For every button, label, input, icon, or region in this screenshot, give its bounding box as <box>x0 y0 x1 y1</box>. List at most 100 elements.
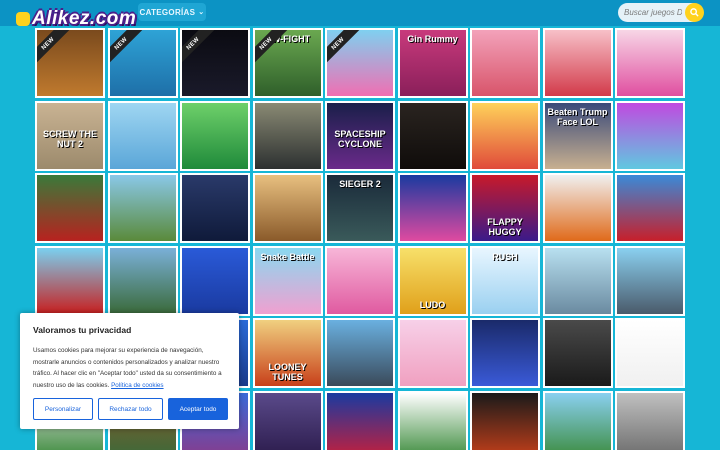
search-button[interactable] <box>685 3 704 22</box>
game-tile-zombie-clown[interactable] <box>107 245 178 316</box>
game-tile-doll-dressup[interactable] <box>397 318 468 388</box>
game-tile-robot-mech[interactable] <box>615 173 685 243</box>
game-title-text: RUSH <box>492 251 518 262</box>
game-thumbnail <box>399 392 466 450</box>
game-tile-soldier-mask[interactable] <box>542 318 613 388</box>
game-thumbnail <box>37 247 103 314</box>
game-thumbnail <box>544 175 611 241</box>
accept-all-button[interactable]: Aceptar todo <box>168 398 228 420</box>
cookie-buttons: Personalizar Rechazar todo Aceptar todo <box>33 398 228 420</box>
search-box <box>618 3 704 22</box>
game-tile-dark-forest[interactable] <box>252 100 323 171</box>
game-thumbnail <box>617 392 683 450</box>
game-thumbnail <box>617 175 683 241</box>
game-tile-huggy-duo[interactable] <box>325 390 395 450</box>
game-thumbnail <box>327 320 393 386</box>
search-icon <box>690 8 699 17</box>
game-thumbnail <box>399 102 466 169</box>
game-tile-princess-queen[interactable] <box>542 28 613 98</box>
game-tile-car-racing[interactable] <box>615 245 685 316</box>
cookie-consent-dialog: Valoramos tu privacidad Usamos cookies p… <box>20 313 239 429</box>
game-tile-furniture[interactable] <box>470 28 540 98</box>
game-tile-dungeon-doors[interactable]: NEW <box>35 28 105 98</box>
game-tile-car-parking[interactable] <box>615 390 685 450</box>
game-tile-gun-shooter[interactable] <box>615 318 685 388</box>
game-tile-looney-tunes[interactable]: LOONEY TUNES <box>252 318 323 388</box>
game-tile-cargo-truck[interactable] <box>325 318 395 388</box>
game-thumbnail <box>109 247 176 314</box>
game-tile-neon-stick[interactable]: NEW <box>180 28 250 98</box>
game-thumbnail <box>472 30 538 96</box>
game-tile-sieger-2[interactable]: SIEGER 2 <box>325 173 395 243</box>
game-tile-nail-salon[interactable] <box>107 100 178 171</box>
game-tile-escape-door[interactable] <box>180 173 250 243</box>
customize-button[interactable]: Personalizar <box>33 398 93 420</box>
game-thumbnail <box>109 175 176 241</box>
game-tile-road-runner[interactable] <box>107 173 178 243</box>
game-tile-space-rocket[interactable] <box>470 318 540 388</box>
game-thumbnail <box>544 247 611 314</box>
game-thumbnail <box>327 392 393 450</box>
game-tile-number-blocks[interactable] <box>615 100 685 171</box>
game-thumbnail <box>617 30 683 96</box>
search-input[interactable] <box>624 8 682 17</box>
game-tile-ludo[interactable]: LUDO <box>397 245 468 316</box>
game-tile-dragon-fighter[interactable] <box>542 173 613 243</box>
game-thumbnail <box>617 247 683 314</box>
game-thumbnail <box>617 102 683 169</box>
game-tile-flappy-huggy[interactable]: FLAPPY HUGGY <box>470 173 540 243</box>
top-nav-bar: Alikez.com CATEGORÍAS ⌄ <box>0 0 720 29</box>
game-thumbnail <box>617 320 683 386</box>
game-tile-bow-fight[interactable]: OW-FIGHT NEW <box>252 28 323 98</box>
game-title-text: Snake Battle <box>260 251 315 262</box>
game-tile-snake-battle[interactable]: Snake Battle <box>252 245 323 316</box>
game-thumbnail <box>472 320 538 386</box>
game-tile-horror-room[interactable] <box>397 100 468 171</box>
game-tile-gin-rummy[interactable]: Gin Rummy <box>397 28 468 98</box>
game-tile-beaten-trump[interactable]: Beaten Trump Face LOL <box>542 100 613 171</box>
game-tile-gingerbread[interactable] <box>35 173 105 243</box>
game-thumbnail <box>254 392 321 450</box>
game-tile-truck-driver[interactable] <box>35 245 105 316</box>
game-thumbnail <box>399 320 466 386</box>
game-tile-block-world[interactable] <box>542 390 613 450</box>
game-thumbnail <box>472 392 538 450</box>
game-thumbnail <box>182 247 248 314</box>
game-tile-hidden-town[interactable] <box>252 173 323 243</box>
game-tile-pink-monster[interactable] <box>325 245 395 316</box>
game-tile-screw-the-nut[interactable]: SCREW THE NUT 2 <box>35 100 105 171</box>
game-title-text: LUDO <box>419 299 446 310</box>
game-title-text: SCREW THE NUT 2 <box>43 128 97 149</box>
chevron-down-icon: ⌄ <box>198 9 205 16</box>
game-tile-gem-blocks[interactable] <box>397 173 468 243</box>
categories-label: CATEGORÍAS <box>139 7 196 17</box>
game-tile-ninja[interactable]: NEW <box>107 28 178 98</box>
game-tile-connect-four[interactable] <box>180 245 250 316</box>
cookie-policy-link[interactable]: Política de cookies <box>111 382 164 389</box>
logo-mascot-icon <box>16 12 30 26</box>
game-tile-runner-3d[interactable] <box>470 100 540 171</box>
game-thumbnail <box>182 175 248 241</box>
game-thumbnail <box>37 175 103 241</box>
game-thumbnail <box>254 102 321 169</box>
game-title-text: Gin Rummy <box>407 34 458 44</box>
game-thumbnail <box>109 102 176 169</box>
reject-all-button[interactable]: Rechazar todo <box>98 398 163 420</box>
game-tile-spaceship-cyclone[interactable]: SPACESHIP CYCLONE <box>325 100 395 171</box>
game-tile-dark-dragon[interactable] <box>470 390 540 450</box>
game-tile-pixel-jump[interactable] <box>397 390 468 450</box>
game-title-text: FLAPPY HUGGY <box>487 217 523 237</box>
game-thumbnail <box>399 175 466 241</box>
game-tile-football-team[interactable] <box>180 100 250 171</box>
game-thumbnail <box>544 30 611 96</box>
game-tile-stair-run[interactable]: NEW <box>325 28 395 98</box>
game-tile-princess-dress[interactable] <box>615 28 685 98</box>
game-thumbnail <box>472 102 538 169</box>
game-tile-pipes[interactable] <box>542 245 613 316</box>
categories-dropdown[interactable]: CATEGORÍAS ⌄ <box>138 3 206 21</box>
game-tile-rush-snow[interactable]: RUSH <box>470 245 540 316</box>
game-thumbnail <box>182 102 248 169</box>
cookie-title: Valoramos tu privacidad <box>33 325 132 335</box>
game-tile-zombie-night[interactable] <box>252 390 323 450</box>
logo-text: Alikez.com <box>32 8 137 29</box>
